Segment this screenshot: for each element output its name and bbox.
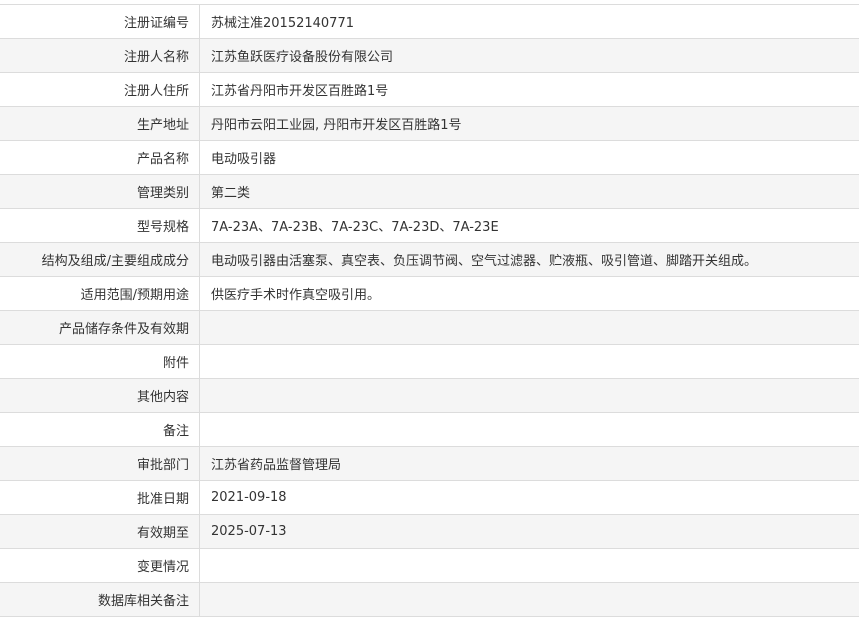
field-label: 注册证编号 <box>0 5 200 39</box>
field-value: 供医疗手术时作真空吸引用。 <box>200 277 859 311</box>
field-value: 2025-07-13 <box>200 515 859 549</box>
field-value: 江苏省药品监督管理局 <box>200 447 859 481</box>
field-label: 批准日期 <box>0 481 200 515</box>
field-label: 管理类别 <box>0 175 200 209</box>
field-value <box>200 583 859 617</box>
field-label: 结构及组成/主要组成成分 <box>0 243 200 277</box>
field-value <box>200 379 859 413</box>
field-value <box>200 311 859 345</box>
field-label: 变更情况 <box>0 549 200 583</box>
table-row: 变更情况 <box>0 549 859 583</box>
field-value: 7A-23A、7A-23B、7A-23C、7A-23D、7A-23E <box>200 209 859 243</box>
registration-detail-table: 注册证编号苏械注准20152140771注册人名称江苏鱼跃医疗设备股份有限公司注… <box>0 4 859 617</box>
table-row: 有效期至2025-07-13 <box>0 515 859 549</box>
field-value: 电动吸引器由活塞泵、真空表、负压调节阀、空气过滤器、贮液瓶、吸引管道、脚踏开关组… <box>200 243 859 277</box>
field-label: 其他内容 <box>0 379 200 413</box>
table-row: 数据库相关备注 <box>0 583 859 617</box>
table-row: 产品名称电动吸引器 <box>0 141 859 175</box>
field-label: 产品名称 <box>0 141 200 175</box>
table-row: 适用范围/预期用途供医疗手术时作真空吸引用。 <box>0 277 859 311</box>
table-row: 注册人住所江苏省丹阳市开发区百胜路1号 <box>0 73 859 107</box>
field-value <box>200 345 859 379</box>
field-label: 审批部门 <box>0 447 200 481</box>
table-row: 其他内容 <box>0 379 859 413</box>
field-value: 2021-09-18 <box>200 481 859 515</box>
field-label: 备注 <box>0 413 200 447</box>
table-row: 生产地址丹阳市云阳工业园, 丹阳市开发区百胜路1号 <box>0 107 859 141</box>
field-value: 江苏鱼跃医疗设备股份有限公司 <box>200 39 859 73</box>
field-label: 有效期至 <box>0 515 200 549</box>
field-value: 江苏省丹阳市开发区百胜路1号 <box>200 73 859 107</box>
table-row: 备注 <box>0 413 859 447</box>
field-label: 注册人名称 <box>0 39 200 73</box>
table-row: 管理类别第二类 <box>0 175 859 209</box>
field-value: 第二类 <box>200 175 859 209</box>
field-value: 丹阳市云阳工业园, 丹阳市开发区百胜路1号 <box>200 107 859 141</box>
field-value: 电动吸引器 <box>200 141 859 175</box>
field-label: 注册人住所 <box>0 73 200 107</box>
table-row: 审批部门江苏省药品监督管理局 <box>0 447 859 481</box>
field-label: 生产地址 <box>0 107 200 141</box>
field-label: 适用范围/预期用途 <box>0 277 200 311</box>
field-label: 型号规格 <box>0 209 200 243</box>
table-row: 型号规格7A-23A、7A-23B、7A-23C、7A-23D、7A-23E <box>0 209 859 243</box>
table-row: 注册证编号苏械注准20152140771 <box>0 5 859 39</box>
field-label: 数据库相关备注 <box>0 583 200 617</box>
field-value: 苏械注准20152140771 <box>200 5 859 39</box>
table-row: 结构及组成/主要组成成分电动吸引器由活塞泵、真空表、负压调节阀、空气过滤器、贮液… <box>0 243 859 277</box>
table-row: 附件 <box>0 345 859 379</box>
table-row: 注册人名称江苏鱼跃医疗设备股份有限公司 <box>0 39 859 73</box>
table-row: 产品储存条件及有效期 <box>0 311 859 345</box>
table-row: 批准日期2021-09-18 <box>0 481 859 515</box>
field-value <box>200 413 859 447</box>
field-label: 附件 <box>0 345 200 379</box>
field-label: 产品储存条件及有效期 <box>0 311 200 345</box>
field-value <box>200 549 859 583</box>
